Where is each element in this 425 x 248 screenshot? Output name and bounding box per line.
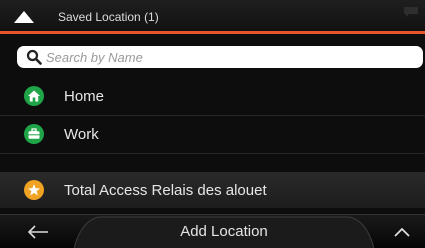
page-title: Saved Location (1) [58, 10, 159, 24]
list-item-work[interactable]: Work [0, 116, 425, 152]
add-location-button[interactable]: Add Location [74, 215, 374, 248]
arrow-left-icon[interactable] [26, 223, 50, 241]
star-icon [24, 180, 44, 200]
collapse-button[interactable] [8, 5, 40, 29]
search-input[interactable] [46, 49, 386, 65]
list-item-poi[interactable]: Total Access Relais des alouet [0, 172, 425, 208]
chat-bubble-icon [404, 7, 418, 17]
add-location-label: Add Location [180, 223, 268, 240]
bottom-toolbar: Add Location [0, 214, 425, 248]
chevron-up-icon[interactable] [391, 224, 413, 240]
triangle-up-icon [14, 11, 34, 23]
briefcase-icon [24, 124, 44, 144]
list-item-label: Work [64, 125, 99, 143]
list-item-label: Total Access Relais des alouet [64, 181, 267, 199]
divider [0, 153, 425, 154]
list-item-label: Home [64, 87, 105, 105]
title-bar: Saved Location (1) [0, 0, 425, 34]
list-item-home[interactable]: Home [0, 78, 425, 114]
search-icon [26, 49, 42, 65]
search-bar[interactable] [17, 46, 423, 68]
home-icon [24, 86, 44, 106]
